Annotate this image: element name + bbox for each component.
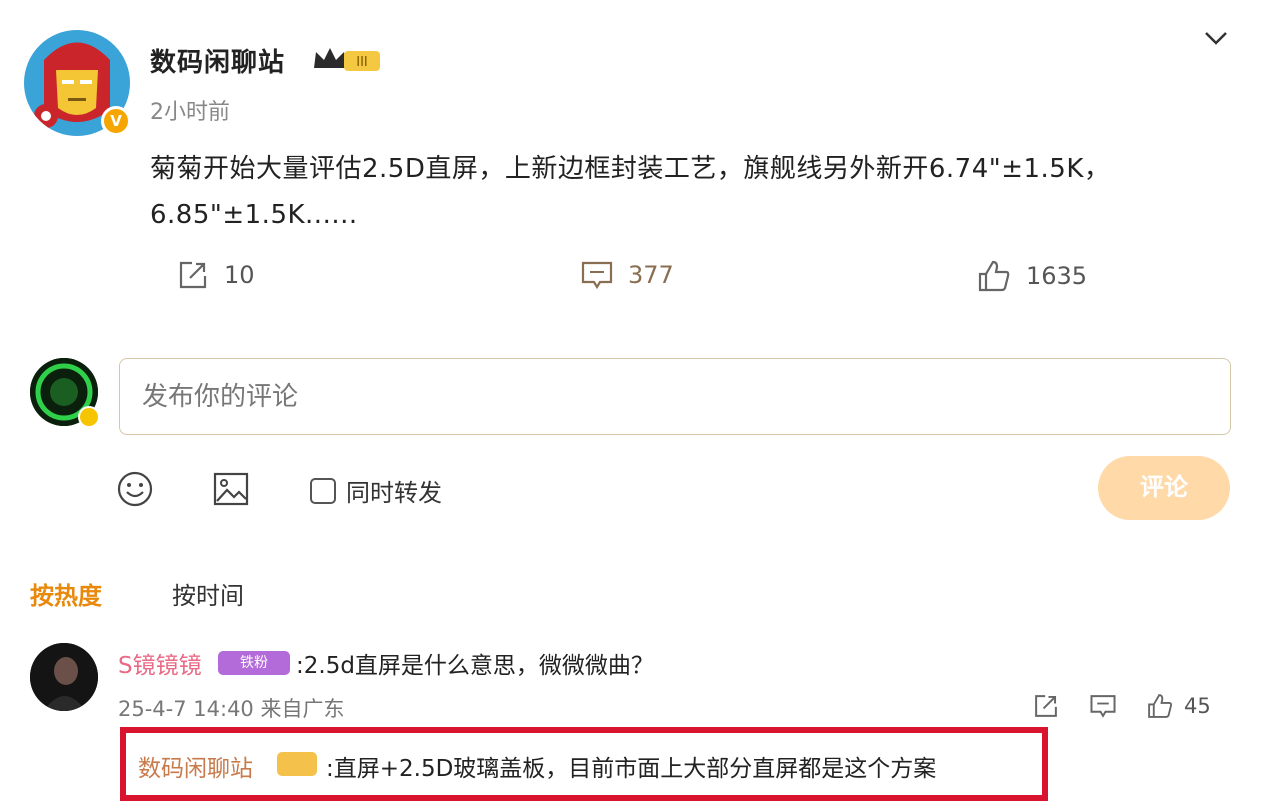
post-content: 菊菊开始大量评估2.5D直屏，上新边框封装工艺，旗舰线另外新开6.74"±1.5…: [150, 146, 1220, 238]
post-text-line-1: 菊菊开始大量评估2.5D直屏，上新边框封装工艺，旗舰线另外新开6.74"±1.5…: [150, 154, 1111, 184]
level-badge-text: III: [356, 55, 368, 70]
comment-actions: 45: [1032, 692, 1211, 720]
commenter-name[interactable]: S镜镜镜: [118, 646, 202, 680]
verified-v-icon: V: [101, 106, 131, 136]
post-author-name[interactable]: 数码闲聊站: [150, 42, 285, 79]
image-upload-icon[interactable]: [212, 470, 250, 508]
verified-small-icon: [78, 406, 100, 428]
chevron-down-icon[interactable]: [1200, 26, 1232, 50]
comment-button[interactable]: 377: [580, 258, 674, 292]
repost-icon: [179, 261, 207, 289]
also-repost-option[interactable]: 同时转发: [310, 473, 442, 508]
submit-comment-button[interactable]: 评论: [1098, 456, 1230, 520]
commenter-avatar-image: [30, 643, 98, 711]
comment-like-button[interactable]: 45: [1146, 692, 1211, 720]
repost-button[interactable]: 10: [176, 258, 255, 292]
comment-reply-icon[interactable]: [1088, 692, 1118, 720]
comment-repost-icon[interactable]: [1032, 692, 1060, 720]
reply-text: :直屏+2.5D玻璃盖板，目前市面上大部分直屏都是这个方案: [326, 756, 937, 782]
also-repost-label: 同时转发: [346, 479, 442, 507]
comment-meta: 25-4-7 14:40 来自广东: [118, 697, 345, 721]
fan-badge: 铁粉: [218, 651, 290, 675]
like-count: 1635: [1026, 262, 1088, 290]
thumbs-up-icon: [978, 260, 1010, 292]
tab-sort-by-hot[interactable]: 按热度: [30, 576, 102, 611]
repost-count: 10: [224, 261, 255, 289]
crown-level-icon: III: [314, 48, 380, 71]
comment-text: :2.5d直屏是什么意思，微微微曲？: [296, 653, 654, 679]
tab-sort-by-time[interactable]: 按时间: [172, 576, 244, 611]
reply-author-badge-icon: [277, 752, 317, 776]
comment-thumbs-up-icon: [1148, 694, 1173, 718]
comment-icon: [581, 261, 613, 290]
like-button[interactable]: 1635: [976, 258, 1087, 294]
reply-author-name[interactable]: 数码闲聊站: [138, 749, 253, 783]
comment-input[interactable]: [119, 358, 1231, 435]
comment-like-count: 45: [1184, 694, 1211, 718]
also-repost-checkbox[interactable]: [310, 477, 336, 504]
emoji-icon[interactable]: [116, 470, 154, 508]
commenter-avatar[interactable]: [30, 643, 98, 711]
post-text-line-2: 6.85"±1.5K......: [150, 200, 358, 230]
comment-count: 377: [628, 261, 674, 289]
post-time: 2小时前: [150, 100, 230, 125]
